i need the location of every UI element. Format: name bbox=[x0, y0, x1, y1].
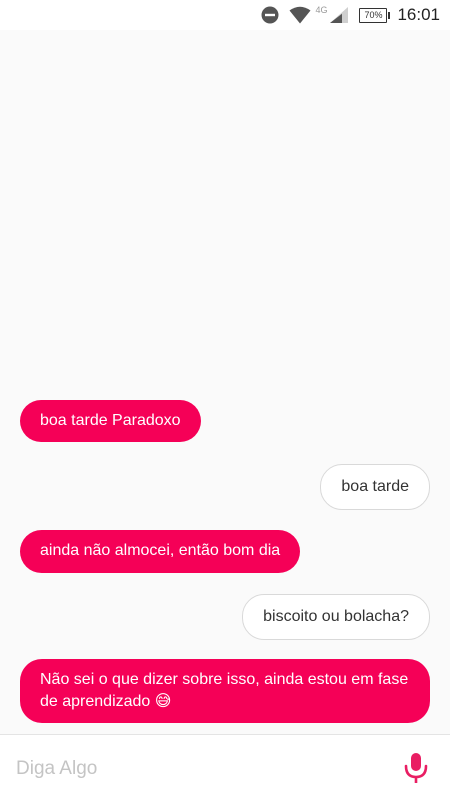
user-message: biscoito ou bolacha? bbox=[242, 594, 430, 640]
message-input-bar bbox=[0, 734, 450, 800]
status-bar: 4G 70% 16:01 bbox=[0, 0, 450, 30]
wifi-icon bbox=[289, 6, 311, 24]
message-text: boa tarde bbox=[341, 478, 409, 495]
chat-area[interactable]: boa tarde Paradoxo boa tarde ainda não a… bbox=[0, 30, 450, 734]
message-text: ainda não almocei, então bom dia bbox=[40, 542, 281, 559]
message-text: biscoito ou bolacha? bbox=[263, 608, 409, 625]
bot-message: boa tarde Paradoxo bbox=[20, 400, 201, 442]
clock: 16:01 bbox=[397, 5, 440, 24]
bot-message: ainda não almocei, então bom dia bbox=[20, 530, 301, 573]
message-text: boa tarde Paradoxo bbox=[40, 412, 181, 429]
mic-icon[interactable] bbox=[402, 752, 430, 784]
battery-tip bbox=[388, 11, 391, 19]
do-not-disturb-icon bbox=[261, 6, 279, 24]
network-type-label: 4G bbox=[315, 5, 328, 15]
battery-icon: 70% bbox=[359, 7, 391, 23]
bot-message: Não sei o que dizer sobre isso, ainda es… bbox=[20, 659, 430, 723]
status-icons: 4G 70% 16:01 bbox=[261, 0, 440, 30]
message-input[interactable] bbox=[14, 751, 378, 787]
signal-icon bbox=[330, 7, 349, 23]
message-text: Não sei o que dizer sobre isso, ainda es… bbox=[40, 671, 409, 710]
battery-level-label: 70% bbox=[364, 9, 383, 20]
user-message: boa tarde bbox=[320, 464, 430, 510]
